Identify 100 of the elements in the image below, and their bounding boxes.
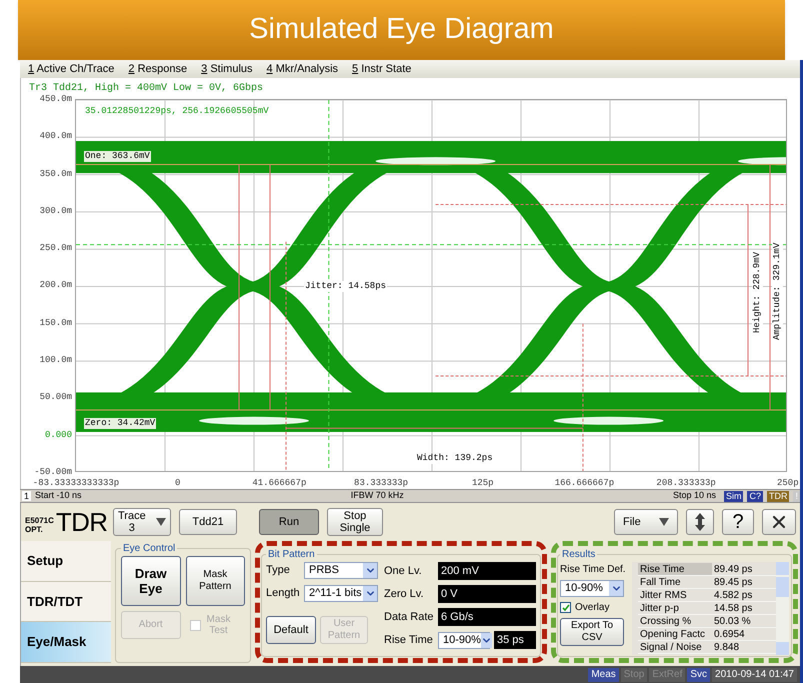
y-axis-label: 450.0m [40, 93, 72, 105]
x-axis-label: 166.666667p [554, 478, 614, 489]
checkbox[interactable] [560, 602, 571, 613]
x-axis-label: 0 [174, 478, 180, 489]
x-axis-label: 250p [777, 478, 799, 489]
x-axis-label: 208.333333p [656, 478, 716, 489]
start-value: Start -10 ns [35, 489, 82, 502]
group-title: Bit Pattern [267, 548, 316, 562]
plot-annotation: Zero: 34.42mV [84, 418, 156, 429]
y-axis-label: -50.00m [34, 466, 72, 478]
value-field[interactable]: 6 Gb/s [438, 608, 536, 626]
group-title: Results [561, 548, 596, 562]
file-button[interactable]: File [614, 509, 678, 535]
x-axis-label: -83.33333333333p [32, 478, 120, 489]
run-button[interactable]: Run [259, 509, 319, 535]
x-axis-label: 125p [472, 478, 494, 489]
status-badge: ! [793, 490, 800, 502]
field-label: Type [266, 563, 290, 578]
side-tab[interactable]: Setup [21, 541, 111, 582]
field-label: Length [266, 586, 300, 602]
value-field[interactable]: 200 mV [438, 562, 536, 580]
draw-eye-button[interactable]: Draw Eye [121, 556, 180, 606]
parameter-button[interactable]: Tdd21 [179, 509, 237, 535]
dropdown-field[interactable]: PRBS [304, 562, 378, 579]
result-value: 4.582 ps [713, 589, 752, 601]
group-title: Eye Control [122, 542, 176, 556]
menu-item[interactable]: 5 Instr State [352, 60, 412, 78]
value-field[interactable]: 0 V [438, 585, 536, 603]
menu-item[interactable]: 2 Response [128, 60, 188, 78]
y-axis-label: 400.0m [40, 130, 72, 142]
up-down-arrow-icon [695, 513, 705, 531]
menu-item[interactable]: 1 Active Ch/Trace [28, 60, 114, 78]
channel-number: 1 [22, 491, 32, 501]
result-value: 89.45 ps [713, 576, 752, 588]
status-badge: C? [747, 490, 763, 502]
field-label: Rise Time [384, 632, 434, 648]
check-icon [562, 604, 570, 612]
result-value: 50.03 % [713, 615, 751, 627]
field-label: Zero Lv. [384, 586, 425, 602]
result-value: 14.58 ps [713, 602, 752, 614]
y-axis-label: 150.0m [40, 316, 72, 329]
ifbw-value: IFBW 70 kHz [350, 489, 405, 502]
result-name: Signal / Noise [639, 641, 703, 653]
result-name: Opening Factc [639, 628, 706, 640]
model-label: E5071C [25, 516, 54, 525]
x-axis-label: 83.333333p [354, 478, 408, 489]
dropdown-field[interactable]: 10-90% [560, 580, 624, 597]
resize-button[interactable] [686, 509, 714, 535]
y-axis-label: 50.00m [40, 391, 72, 404]
status-indicator: Meas [588, 668, 619, 682]
y-axis-label: 200.0m [40, 279, 72, 292]
side-tab[interactable]: Eye/Mask [21, 622, 111, 664]
stop-value: Stop 10 ns [672, 489, 716, 502]
y-axis-label: 350.0m [40, 168, 72, 180]
checkbox-label: Mask Test [206, 614, 232, 636]
result-value: 9.848 [713, 641, 740, 653]
dropdown-arrow-icon [659, 517, 669, 527]
result-name: Crossing % [639, 615, 692, 627]
status-indicator: Svc [687, 668, 710, 682]
result-name: Jitter RMS [639, 589, 688, 601]
plot-annotation: 35.01228501229ps, 256.1926605505mV [84, 106, 270, 117]
trace-button[interactable]: Trace 3 [113, 508, 171, 536]
scrollbar[interactable] [776, 562, 789, 655]
plot-annotation: Width: 139.2ps [416, 453, 494, 464]
result-value: 89.49 ps [713, 563, 752, 575]
side-tab[interactable]: TDR/TDT [21, 582, 111, 622]
value-field[interactable]: 35 ps [494, 631, 536, 649]
stop-single-button[interactable]: Stop Single [327, 508, 383, 536]
result-value: 0.6954 [713, 628, 745, 640]
x-axis-label: 41.666667p [252, 478, 306, 489]
banner-title: Simulated Eye Diagram [249, 12, 554, 48]
trace-header: Tr3 Tdd21, High = 400mV Low = 0V, 6Gbps [29, 82, 264, 95]
result-name: Rise Time [638, 563, 712, 575]
default-button[interactable]: Default [266, 616, 316, 644]
date-time: 2010-09-14 01:47 [712, 668, 797, 682]
dropdown-arrow-icon [156, 517, 166, 527]
plot-annotation: Amplitude: 329.1mV [772, 242, 783, 340]
result-name: Fall Time [639, 576, 682, 588]
export-csv-button[interactable]: Export To CSV [560, 618, 624, 646]
y-axis-label: 250.0m [40, 242, 72, 254]
dropdown-field[interactable]: 2^11-1 bits [304, 585, 378, 602]
y-axis-label: 0.000 [44, 428, 72, 441]
menu-item[interactable]: 3 Stimulus [201, 60, 253, 78]
y-axis-label: 100.0m [40, 354, 72, 366]
field-label: Rise Time Def. [560, 563, 627, 577]
checkbox-label: Overlay [575, 601, 610, 615]
y-axis-label: 300.0m [40, 204, 72, 217]
option-label: OPT. [25, 525, 44, 534]
logo-name: TDR [56, 510, 108, 534]
dropdown-field[interactable]: 10-90% [438, 632, 490, 648]
menu-item[interactable]: 4 Mkr/Analysis [266, 60, 338, 78]
status-badge: Sim [724, 490, 744, 502]
close-button[interactable] [762, 509, 796, 535]
field-label: Data Rate [384, 610, 434, 625]
help-button[interactable]: ? [722, 509, 754, 535]
plot-annotation: One: 363.6mV [84, 151, 151, 162]
status-badge: TDR [766, 490, 790, 502]
eye-control-button[interactable]: Mask Pattern [186, 556, 245, 606]
result-name: Jitter p-p [639, 602, 680, 614]
plot-annotation: Jitter: 14.58ps [304, 281, 388, 292]
